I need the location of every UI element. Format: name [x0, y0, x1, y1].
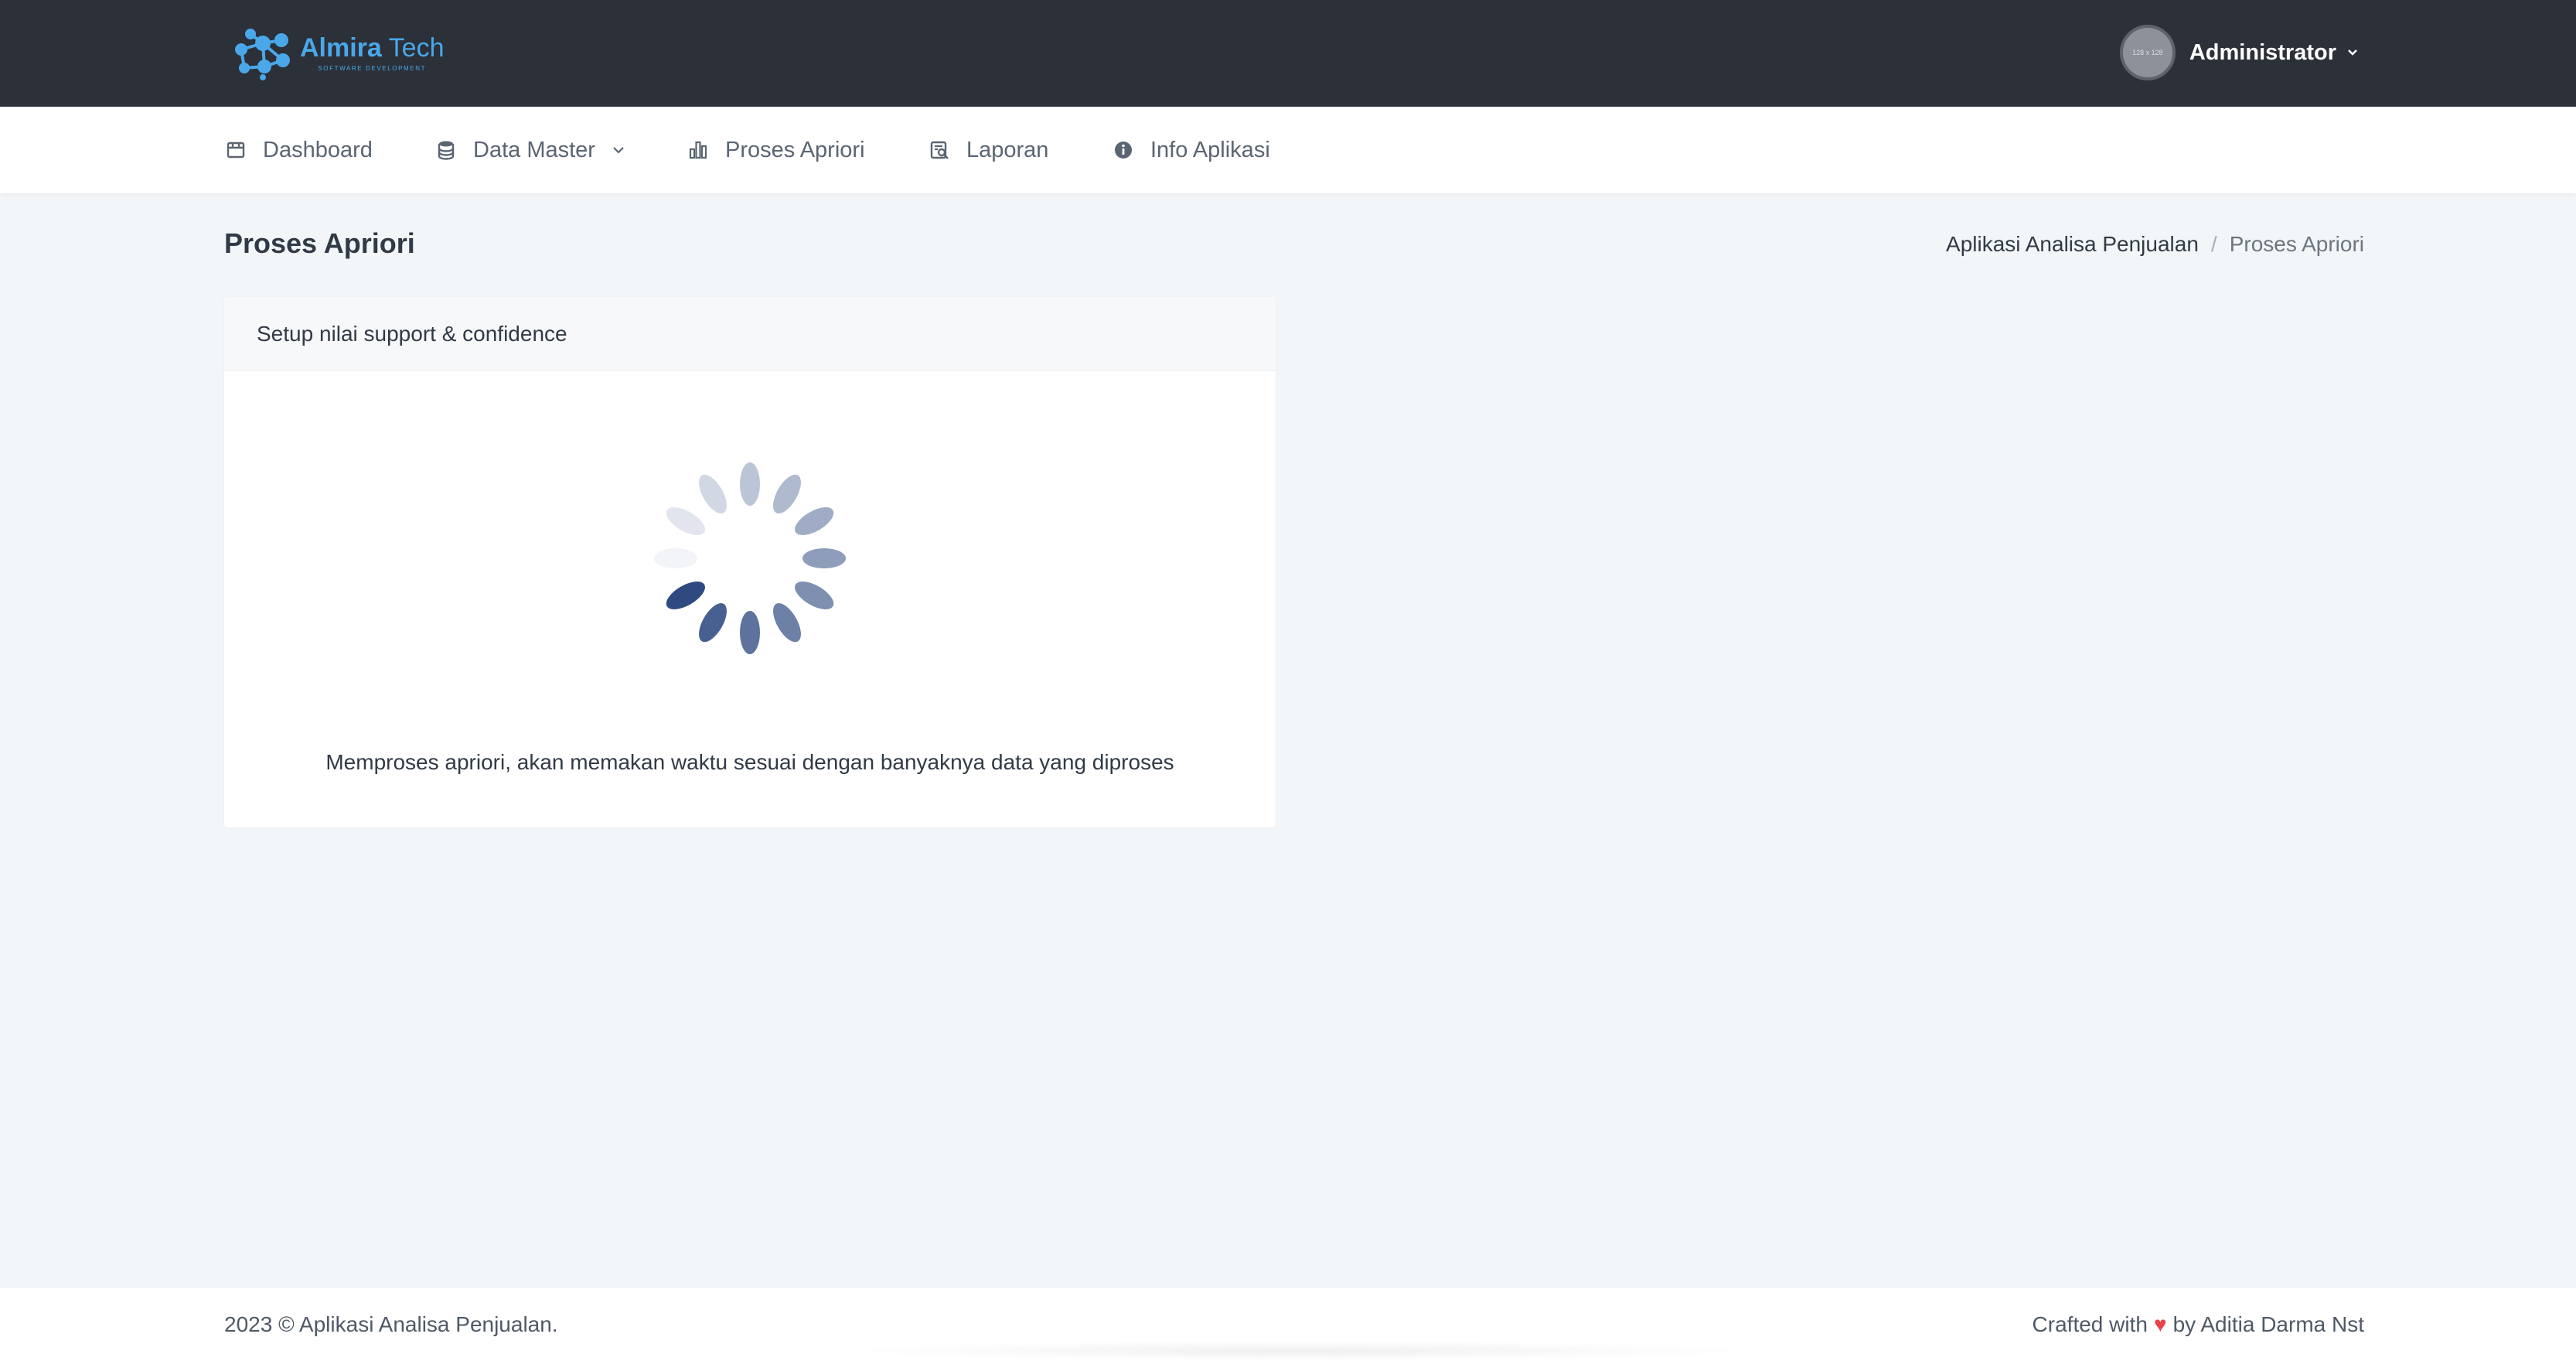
top-header: Almira Tech SOFTWARE DEVELOPMENT 128 x 1… — [0, 0, 2576, 107]
card-header: Setup nilai support & confidence — [224, 297, 1276, 371]
logo[interactable]: Almira Tech SOFTWARE DEVELOPMENT — [232, 25, 444, 82]
store-icon — [227, 142, 245, 159]
chevron-down-icon[interactable] — [2347, 49, 2358, 56]
user-name[interactable]: Administrator — [2189, 40, 2336, 66]
main-nav: Dashboard Data Master Proses Apriori Lap… — [0, 107, 2576, 193]
logo-name-rest: Tech — [381, 33, 445, 63]
nav-label-proses-apriori: Proses Apriori — [725, 137, 865, 162]
nav-label-info-aplikasi: Info Aplikasi — [1150, 137, 1270, 162]
breadcrumb-separator: / — [2210, 232, 2217, 256]
report-search-icon — [930, 141, 949, 159]
footer-credit-author: by Aditia Darma Nst — [2172, 1312, 2364, 1336]
nav-label-dashboard: Dashboard — [263, 137, 373, 162]
logo-icon — [235, 29, 290, 80]
avatar[interactable]: 128 x 128 — [2119, 25, 2176, 80]
chevron-down-icon — [613, 147, 624, 154]
nav-item-info-aplikasi[interactable]: Info Aplikasi — [1113, 107, 1270, 193]
nav-item-dashboard[interactable]: Dashboard — [226, 107, 373, 193]
loading-spinner-icon — [654, 462, 846, 654]
footer-copyright: 2023 © Aplikasi Analisa Penjualan. — [224, 1312, 558, 1336]
logo-text: Almira Tech SOFTWARE DEVELOPMENT — [300, 35, 444, 72]
logo-name-bold: Almira — [300, 33, 382, 63]
user-menu[interactable]: 128 x 128 Administrator — [2119, 25, 2358, 80]
breadcrumb-parent-link[interactable]: Aplikasi Analisa Penjualan — [1946, 232, 2199, 257]
footer-credit: Crafted with ♥ by Aditia Darma Nst — [2033, 1288, 2364, 1361]
info-icon — [1115, 142, 1132, 159]
breadcrumb: Aplikasi Analisa Penjualan / Proses Apri… — [1946, 232, 2364, 257]
footer-credit-prefix: Crafted with — [2032, 1312, 2148, 1336]
footer-shadow — [835, 1341, 1763, 1361]
nav-label-data-master: Data Master — [473, 137, 595, 162]
nav-item-proses-apriori[interactable]: Proses Apriori — [688, 107, 865, 193]
bar-chart-icon — [689, 141, 707, 159]
logo-name: Almira Tech — [300, 35, 444, 61]
nav-item-laporan[interactable]: Laporan — [929, 107, 1048, 193]
logo-tagline: SOFTWARE DEVELOPMENT — [318, 65, 427, 72]
nav-item-data-master[interactable]: Data Master — [436, 107, 625, 193]
database-icon — [438, 141, 455, 160]
breadcrumb-current: Proses Apriori — [2229, 232, 2364, 256]
apriori-setup-card: Setup nilai support & confidence Mempros… — [224, 297, 1276, 827]
nav-label-laporan: Laporan — [966, 137, 1049, 162]
processing-message: Memproses apriori, akan memakan waktu se… — [325, 750, 1174, 774]
page-title: Proses Apriori — [224, 227, 415, 259]
heart-icon: ♥ — [2153, 1312, 2167, 1336]
